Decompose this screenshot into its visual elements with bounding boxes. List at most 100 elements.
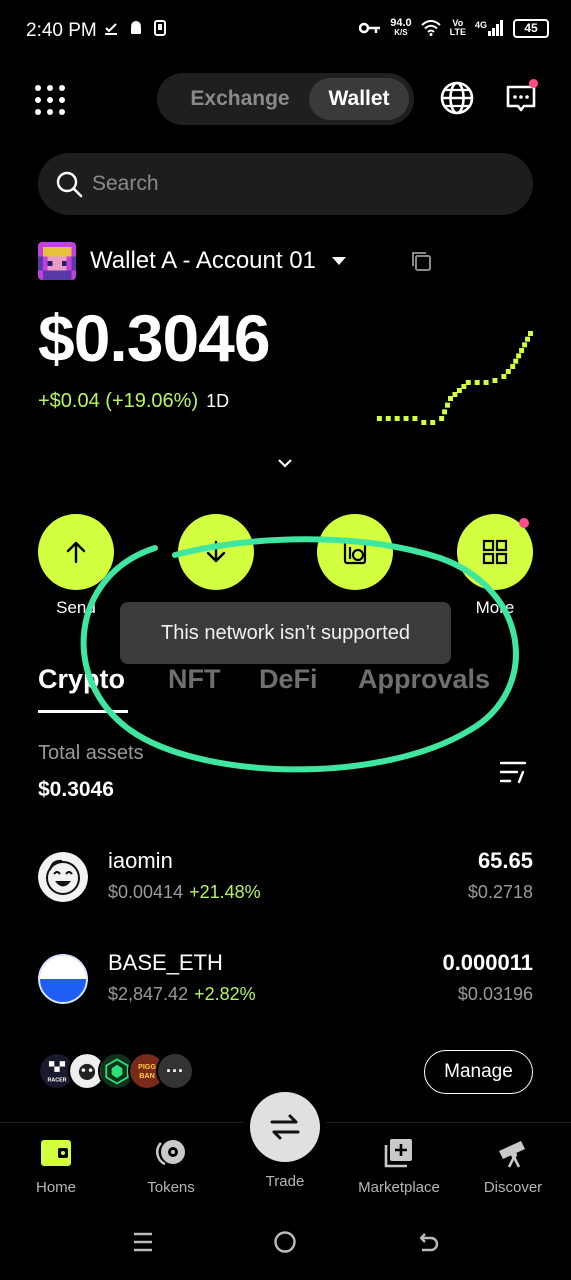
token-value: $0.03196 (457, 984, 533, 1004)
arrow-down-icon (206, 540, 226, 563)
nav-marketplace-label: Marketplace (358, 1179, 440, 1196)
search-bar[interactable] (38, 153, 533, 215)
nav-tokens[interactable]: Tokens (116, 1137, 226, 1196)
sparkline-point (452, 392, 458, 397)
active-tab-indicator (38, 710, 128, 713)
sparkline-point (412, 416, 418, 421)
token-price: $2,847.42 +2.82% (108, 984, 256, 1005)
token-price: $0.00414 +21.48% (108, 882, 261, 903)
token-price-value: $0.00414 (108, 882, 184, 902)
telescope-icon (499, 1141, 525, 1168)
sparkline-point (501, 374, 507, 379)
portfolio-change-value: +$0.04 (+19.06%) (38, 390, 199, 412)
recent-apps-icon[interactable] (132, 1230, 154, 1254)
sparkline-point (439, 416, 445, 421)
buy-button[interactable] (317, 514, 393, 590)
swap-icon (270, 1114, 300, 1140)
arrow-up-icon (66, 541, 86, 564)
apps-grid-icon[interactable] (34, 84, 66, 116)
marketplace-icon (384, 1139, 412, 1168)
nav-marketplace[interactable]: Marketplace (344, 1137, 454, 1196)
sparkline-point (456, 388, 462, 393)
notification-dot (529, 79, 538, 88)
sparkline-point (445, 402, 451, 408)
wallet-icon (41, 1140, 71, 1166)
nav-trade-label: Trade (265, 1173, 305, 1190)
change-period: 1D (206, 391, 230, 411)
search-input[interactable] (92, 153, 512, 215)
asset-tabs: Crypto NFT DeFi Approvals (38, 660, 533, 716)
sparkline-point (492, 378, 498, 383)
nav-home-label: Home (35, 1179, 76, 1196)
account-selector[interactable]: Wallet A - Account 01 (38, 241, 346, 281)
more-button[interactable] (457, 514, 533, 590)
token-quantity: 0.000011 (442, 950, 533, 975)
token-row-base-eth[interactable]: BASE_ETH $2,847.42 +2.82% 0.000011 $0.031… (38, 944, 533, 1014)
copy-icon[interactable] (410, 250, 432, 272)
sparkline-point (516, 353, 522, 359)
tab-nft[interactable]: NFT (168, 664, 220, 695)
wifi-icon (420, 20, 441, 36)
tab-exchange[interactable]: Exchange (165, 78, 315, 120)
chevron-down-icon (331, 257, 346, 265)
buy-icon (343, 539, 367, 565)
cell-signal: 4G (475, 20, 504, 36)
globe-icon[interactable] (438, 79, 476, 117)
token-name: iaomin (108, 848, 173, 873)
tokens-icon (156, 1140, 185, 1166)
messages-button[interactable] (502, 79, 540, 117)
avatar (38, 242, 76, 280)
sparkline-point (513, 358, 519, 364)
nav-discover[interactable]: Discover (458, 1137, 568, 1196)
sparkline-point (525, 336, 531, 342)
tab-approvals[interactable]: Approvals (358, 664, 490, 695)
nav-discover-label: Discover (483, 1179, 543, 1196)
expand-chevron-icon[interactable] (276, 456, 294, 470)
system-navigation-bar (0, 1210, 571, 1280)
sparkline-point (528, 331, 533, 336)
grid-icon (482, 539, 508, 565)
racer-token-label: RACER (47, 1078, 66, 1084)
token-row-iaomin[interactable]: iaomin $0.00414 +21.48% 65.65 $0.2718 (38, 842, 533, 912)
network-speed: 94.0 K/S (390, 18, 411, 38)
trade-button[interactable] (250, 1092, 320, 1162)
sparkline-point (461, 384, 467, 389)
download-done-icon (105, 23, 117, 35)
receive-button[interactable] (178, 514, 254, 590)
hidden-tokens-stack[interactable]: RACER PIGG BAN ··· (38, 1052, 198, 1092)
total-assets-label: Total assets (38, 742, 144, 764)
status-bar: 2:40 PM 94.0 K/S Vo LTE 4G 45 (0, 0, 571, 62)
network-type: 4G (474, 20, 487, 30)
tab-wallet[interactable]: Wallet (309, 78, 409, 120)
tab-defi[interactable]: DeFi (259, 664, 318, 695)
network-speed-unit: K/S (394, 28, 408, 37)
toast-message: This network isn’t supported (120, 602, 451, 664)
home-circle-icon[interactable] (273, 1230, 297, 1254)
network-speed-value: 94.0 (390, 17, 412, 29)
volte-indicator: Vo LTE (449, 18, 466, 37)
portfolio-balance: $0.3046 (38, 301, 271, 375)
total-assets-value: $0.3046 (38, 778, 114, 801)
manage-button[interactable]: Manage (424, 1050, 533, 1094)
send-label: Send (56, 598, 96, 617)
sort-filter-icon[interactable] (499, 758, 529, 786)
sparkline-point (465, 380, 471, 385)
sparkline-point (403, 416, 409, 421)
nav-home[interactable]: Home (1, 1137, 111, 1196)
sparkline-point (474, 380, 480, 385)
status-time: 2:40 PM (26, 20, 97, 41)
token-quantity: 65.65 (477, 848, 533, 873)
portfolio-sparkline (376, 331, 533, 425)
sparkline-point (483, 380, 489, 385)
sparkline-point (394, 416, 400, 421)
token-price-change: +2.82% (194, 984, 256, 1004)
tab-crypto[interactable]: Crypto (38, 664, 125, 695)
back-icon[interactable] (416, 1230, 440, 1254)
battery-level: 45 (524, 21, 538, 35)
send-button[interactable] (38, 514, 114, 590)
sparkline-point (430, 420, 436, 425)
sparkline-point (505, 369, 511, 374)
token-price-change: +21.48% (189, 882, 261, 902)
token-value: $0.2718 (467, 882, 533, 902)
top-bar: Exchange Wallet (0, 70, 571, 128)
